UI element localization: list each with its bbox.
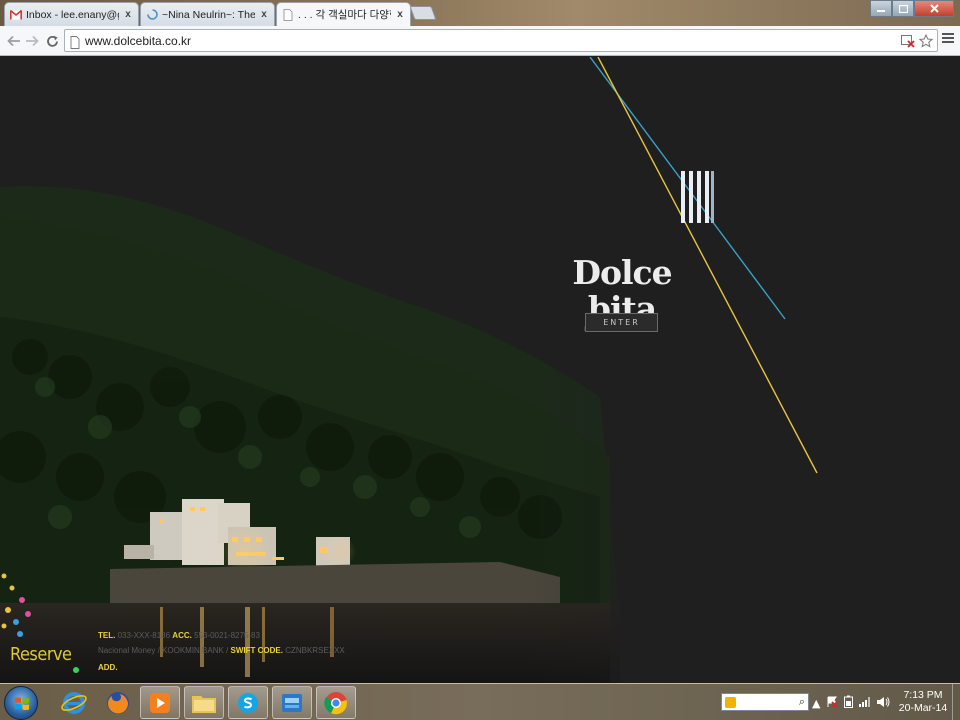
skype-icon[interactable] [228, 686, 268, 719]
hero-scene [0, 57, 960, 683]
search-provider-icon [725, 697, 736, 708]
swift-label: SWIFT CODE. [230, 646, 283, 655]
loading-icon [146, 9, 158, 21]
show-desktop-button[interactable] [952, 684, 960, 720]
acc-label: ACC. [172, 631, 192, 640]
bookmark-star-icon[interactable] [918, 33, 934, 52]
blocked-content-icon[interactable] [901, 33, 915, 52]
tab-close-icon[interactable]: x [123, 9, 133, 20]
media-player-icon[interactable] [140, 686, 180, 719]
swift-value: CZNBKRSEXXX [285, 646, 345, 655]
network-signal-icon[interactable] [859, 696, 871, 710]
url-text: www.dolcebita.co.kr [85, 34, 192, 48]
windows-start-button[interactable] [4, 686, 38, 720]
tab-title: Inbox - lee.enany@gmail.c [26, 8, 119, 21]
contact-row-address: ADD. [98, 663, 118, 672]
action-center-icon[interactable] [826, 696, 839, 711]
windows-logo-icon [15, 697, 29, 710]
firefox-icon[interactable] [98, 686, 138, 719]
tab-close-icon[interactable]: x [395, 9, 405, 20]
tab-title: . . . 각 객실마다 다양한 [298, 9, 391, 21]
menu-icon[interactable] [942, 33, 954, 45]
tray-expand-icon[interactable]: ▲ [812, 697, 820, 710]
new-tab-button[interactable] [409, 6, 437, 20]
tab-dolcebita[interactable]: . . . 각 객실마다 다양한 x [276, 2, 411, 26]
contact-row-bank: Nacional Money / KOOKMIN BANK / SWIFT CO… [98, 646, 345, 655]
color-dots-decoration [1, 573, 79, 673]
window-controls [870, 0, 954, 17]
tab-strip: Inbox - lee.enany@gmail.c x ~Nina Neulri… [0, 0, 960, 26]
minimize-icon[interactable] [870, 0, 892, 17]
acc-value: 553-0021-8275-83 [194, 631, 260, 640]
tel-value: 033-XXX-8186 [117, 631, 171, 640]
add-label: ADD. [98, 663, 118, 672]
tab-gmail[interactable]: Inbox - lee.enany@gmail.c x [4, 2, 139, 26]
back-icon[interactable] [4, 31, 24, 51]
webcam-icon[interactable] [272, 686, 312, 719]
address-bar[interactable]: www.dolcebita.co.kr [64, 29, 938, 52]
system-tray: ▲ [812, 695, 890, 711]
maximize-icon[interactable] [892, 0, 914, 17]
page-icon [282, 8, 294, 21]
search-icon[interactable]: ⌕ [799, 695, 805, 709]
gmail-icon [10, 9, 22, 21]
battery-icon[interactable] [844, 695, 854, 711]
close-icon[interactable] [914, 0, 954, 17]
page-icon [70, 34, 80, 53]
reserve-link[interactable]: Reserve [10, 644, 72, 665]
tab-close-icon[interactable]: x [259, 9, 269, 20]
tel-label: TEL. [98, 631, 116, 640]
bank-value: Nacional Money / KOOKMIN BANK / [98, 646, 229, 655]
clock-time: 7:13 PM [903, 689, 943, 701]
volume-icon[interactable] [877, 696, 890, 711]
system-clock[interactable]: 7:13 PM 20-Mar-14 [896, 689, 950, 715]
clock-date: 20-Mar-14 [898, 702, 948, 714]
contact-row-tel: TEL. 033-XXX-8186 ACC. 553-0021-8275-83 [98, 631, 260, 640]
enter-button[interactable]: ENTER [585, 313, 658, 332]
tab-title: ~Nina Neulrin~: The Way [162, 8, 255, 21]
tray-search-input[interactable]: ⌕ [721, 693, 809, 711]
page-viewport: Dolce bita PENSION ENTER Reserve TEL. 03… [0, 57, 960, 683]
tab-nina-neulrin[interactable]: ~Nina Neulrin~: The Way x [140, 2, 275, 26]
reload-icon[interactable] [42, 31, 62, 51]
browser-toolbar: www.dolcebita.co.kr [0, 26, 960, 56]
chrome-icon[interactable] [316, 686, 356, 719]
internet-explorer-icon[interactable] [54, 686, 94, 719]
forward-icon[interactable] [22, 31, 42, 51]
taskbar: ⌕ ▲ 7:13 PM 20-Mar-14 [0, 683, 960, 720]
file-explorer-icon[interactable] [184, 686, 224, 719]
